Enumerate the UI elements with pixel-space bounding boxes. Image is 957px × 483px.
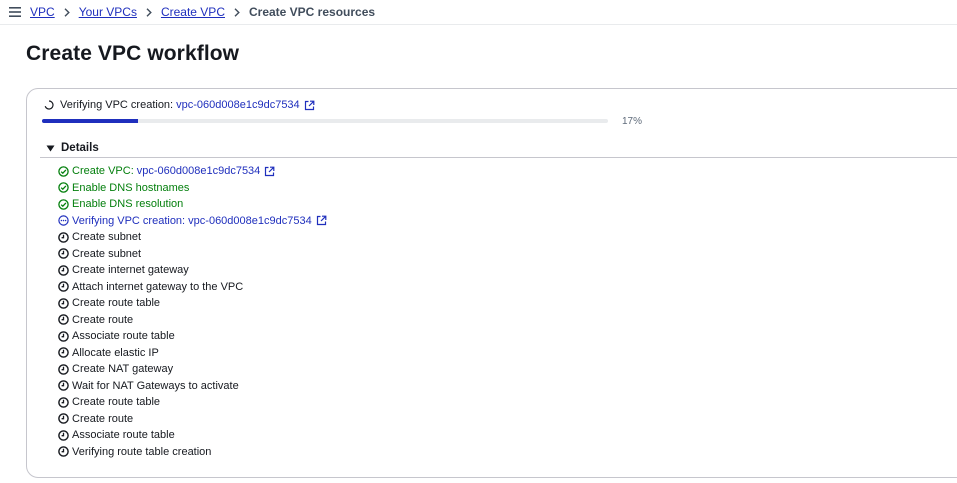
external-link-icon[interactable] bbox=[264, 166, 275, 177]
clock-icon bbox=[58, 429, 69, 441]
details-toggle[interactable]: Details bbox=[46, 142, 99, 154]
spinner-icon bbox=[44, 100, 54, 110]
external-link-icon[interactable] bbox=[304, 100, 315, 111]
step-label: Associate route table bbox=[72, 330, 175, 343]
progress-bar-fill bbox=[42, 119, 139, 123]
check-circle-icon bbox=[58, 182, 69, 193]
progress-percent: 17% bbox=[622, 116, 643, 127]
step-label: Allocate elastic IP bbox=[72, 346, 159, 359]
progress-bar bbox=[42, 119, 608, 123]
clock-icon bbox=[58, 396, 69, 408]
clock-icon bbox=[58, 264, 69, 276]
step-label: Attach internet gateway to the VPC bbox=[72, 280, 244, 293]
step-item: Create internet gateway bbox=[58, 262, 327, 279]
step-item: Create VPC: vpc-060d008e1c9dc7534 bbox=[58, 163, 327, 180]
step-item: Create route table bbox=[58, 295, 327, 312]
step-label: Associate route table bbox=[72, 429, 175, 442]
clock-icon bbox=[58, 363, 69, 375]
step-item: Create subnet bbox=[58, 246, 327, 263]
top-navigation: VPC Your VPCs Create VPC Create VPC reso… bbox=[0, 0, 957, 25]
step-item: Create route table bbox=[58, 394, 327, 411]
status-line: Verifying VPC creation: vpc-060d008e1c9d… bbox=[44, 99, 315, 111]
step-item: Associate route table bbox=[58, 328, 327, 345]
step-label: Verifying VPC creation: vpc-060d008e1c9d… bbox=[72, 214, 312, 227]
clock-icon bbox=[58, 380, 69, 392]
status-label: Verifying VPC creation: bbox=[60, 99, 174, 111]
step-label: Create subnet bbox=[72, 231, 142, 244]
breadcrumb-current: Create VPC resources bbox=[248, 5, 376, 19]
clock-icon bbox=[58, 314, 69, 326]
step-label: Create route table bbox=[72, 396, 161, 409]
clock-icon bbox=[58, 231, 69, 243]
breadcrumb: VPC Your VPCs Create VPC Create VPC reso… bbox=[30, 5, 375, 19]
step-item: Verifying route table creation bbox=[58, 444, 327, 461]
clock-icon bbox=[58, 347, 69, 359]
step-label: Enable DNS hostnames bbox=[72, 181, 190, 194]
step-list: Create VPC: vpc-060d008e1c9dc7534 Enable D… bbox=[58, 163, 327, 460]
step-label: Create NAT gateway bbox=[72, 363, 174, 376]
step-label: Create subnet bbox=[72, 247, 142, 260]
step-label: Enable DNS resolution bbox=[72, 198, 184, 211]
step-item: Verifying VPC creation: vpc-060d008e1c9d… bbox=[58, 213, 327, 230]
clock-icon bbox=[58, 297, 69, 309]
in-progress-icon bbox=[58, 215, 69, 226]
clock-icon bbox=[58, 248, 69, 260]
step-item: Enable DNS hostnames bbox=[58, 180, 327, 197]
step-label: Verifying route table creation bbox=[72, 445, 212, 458]
chevron-right-icon bbox=[146, 7, 152, 17]
step-item: Attach internet gateway to the VPC bbox=[58, 279, 327, 296]
step-item: Associate route table bbox=[58, 427, 327, 444]
breadcrumb-create-vpc[interactable]: Create VPC bbox=[161, 5, 225, 19]
step-item: Wait for NAT Gateways to activate bbox=[58, 378, 327, 395]
chevron-right-icon bbox=[64, 7, 70, 17]
step-item: Create route bbox=[58, 411, 327, 428]
check-circle-icon bbox=[58, 199, 69, 210]
chevron-right-icon bbox=[234, 7, 240, 17]
step-label: Create route table bbox=[72, 297, 161, 310]
caret-down-icon bbox=[46, 144, 55, 153]
step-label: Create VPC: bbox=[72, 165, 134, 178]
check-circle-icon bbox=[58, 166, 69, 177]
step-label: Wait for NAT Gateways to activate bbox=[72, 379, 239, 392]
page-title: Create VPC workflow bbox=[26, 42, 240, 65]
step-item: Create NAT gateway bbox=[58, 361, 327, 378]
step-item: Enable DNS resolution bbox=[58, 196, 327, 213]
step-label: Create internet gateway bbox=[72, 264, 189, 277]
menu-icon[interactable] bbox=[0, 0, 30, 24]
clock-icon bbox=[58, 281, 69, 293]
step-item: Create subnet bbox=[58, 229, 327, 246]
status-vpc-link[interactable]: vpc-060d008e1c9dc7534 bbox=[176, 99, 300, 111]
breadcrumb-vpc[interactable]: VPC bbox=[30, 5, 55, 19]
step-label: Create route bbox=[72, 412, 134, 425]
clock-icon bbox=[58, 330, 69, 342]
step-item: Create route bbox=[58, 312, 327, 329]
clock-icon bbox=[58, 446, 69, 458]
clock-icon bbox=[58, 413, 69, 425]
step-label: Create route bbox=[72, 313, 134, 326]
details-divider bbox=[40, 157, 957, 158]
breadcrumb-your-vpcs[interactable]: Your VPCs bbox=[79, 5, 137, 19]
step-vpc-link[interactable]: vpc-060d008e1c9dc7534 bbox=[137, 165, 261, 177]
details-label: Details bbox=[61, 142, 99, 154]
step-item: Allocate elastic IP bbox=[58, 345, 327, 362]
external-link-icon[interactable] bbox=[316, 215, 327, 226]
